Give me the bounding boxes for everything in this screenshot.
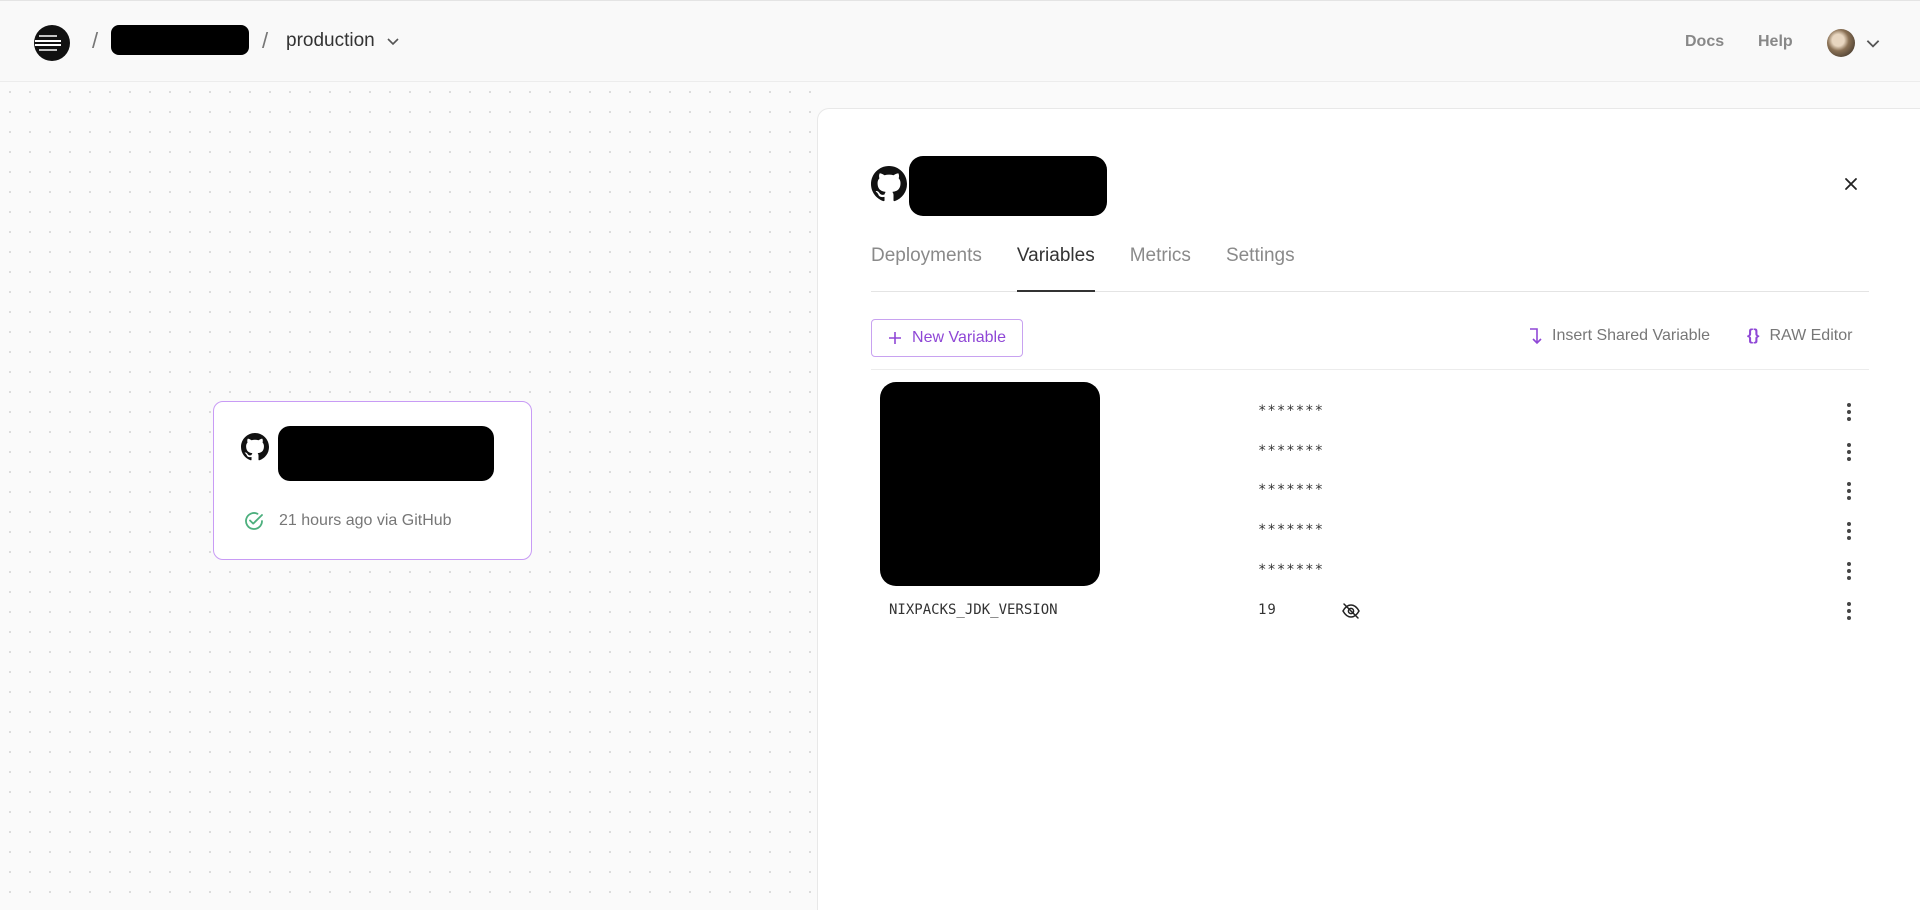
more-options-icon[interactable] [1839, 441, 1859, 463]
variable-row[interactable]: ******* [871, 392, 1869, 432]
insert-shared-variable-label: Insert Shared Variable [1552, 327, 1711, 344]
variable-value: ******* [1258, 482, 1325, 498]
chevron-down-icon [387, 38, 399, 46]
variable-row[interactable]: ******* [871, 471, 1869, 511]
new-variable-button[interactable]: New Variable [871, 319, 1023, 357]
new-variable-label: New Variable [912, 329, 1006, 346]
github-icon [871, 166, 907, 202]
insert-shared-variable-button[interactable]: Insert Shared Variable [1528, 327, 1710, 345]
more-options-icon[interactable] [1839, 520, 1859, 542]
variable-value: ******* [1258, 522, 1325, 538]
eye-off-icon[interactable] [1341, 601, 1361, 621]
chevron-down-icon[interactable] [1864, 34, 1882, 52]
railway-logo-icon[interactable] [33, 24, 71, 62]
variable-value: 19 [1258, 602, 1277, 618]
breadcrumb-separator: / [262, 28, 269, 53]
plus-icon [889, 332, 902, 344]
variable-value: ******* [1258, 443, 1325, 459]
arrow-return-icon [1530, 328, 1542, 345]
project-name-redacted[interactable] [111, 25, 249, 55]
service-name-redacted [278, 426, 494, 481]
panel-tabs: Deployments Variables Metrics Settings [871, 242, 1869, 292]
close-icon[interactable] [1840, 173, 1862, 195]
tab-settings[interactable]: Settings [1226, 242, 1295, 292]
variable-row[interactable]: ******* [871, 432, 1869, 472]
more-options-icon[interactable] [1839, 480, 1859, 502]
braces-icon: {} [1747, 327, 1760, 344]
tab-metrics[interactable]: Metrics [1130, 242, 1191, 292]
avatar[interactable] [1827, 29, 1855, 57]
divider [871, 369, 1869, 370]
service-card[interactable]: 21 hours ago via GitHub [213, 401, 532, 560]
breadcrumb-separator: / [92, 28, 99, 53]
service-detail-panel: Deployments Variables Metrics Settings N… [817, 108, 1920, 910]
docs-link[interactable]: Docs [1685, 33, 1724, 51]
more-options-icon[interactable] [1839, 560, 1859, 582]
tab-deployments[interactable]: Deployments [871, 242, 982, 292]
raw-editor-label: RAW Editor [1769, 327, 1853, 344]
deployment-status: 21 hours ago via GitHub [243, 510, 452, 532]
variable-value: ******* [1258, 403, 1325, 419]
more-options-icon[interactable] [1839, 401, 1859, 423]
service-title-redacted [909, 156, 1107, 216]
github-icon [241, 433, 269, 461]
check-circle-icon [245, 512, 263, 530]
deployment-status-text: 21 hours ago via GitHub [279, 512, 452, 529]
more-options-icon[interactable] [1839, 600, 1859, 622]
variable-row[interactable]: ******* [871, 551, 1869, 591]
tab-variables[interactable]: Variables [1016, 242, 1095, 292]
top-bar: / / production Docs Help [0, 0, 1920, 82]
environment-selector[interactable]: production [286, 30, 401, 52]
environment-label: production [286, 30, 375, 51]
variable-row[interactable]: NIXPACKS_JDK_VERSION 19 [871, 591, 1869, 631]
help-link[interactable]: Help [1758, 33, 1793, 51]
variable-value: ******* [1258, 562, 1325, 578]
variable-name: NIXPACKS_JDK_VERSION [889, 602, 1058, 618]
raw-editor-button[interactable]: {} RAW Editor [1747, 327, 1852, 345]
variable-row[interactable]: ******* [871, 511, 1869, 551]
